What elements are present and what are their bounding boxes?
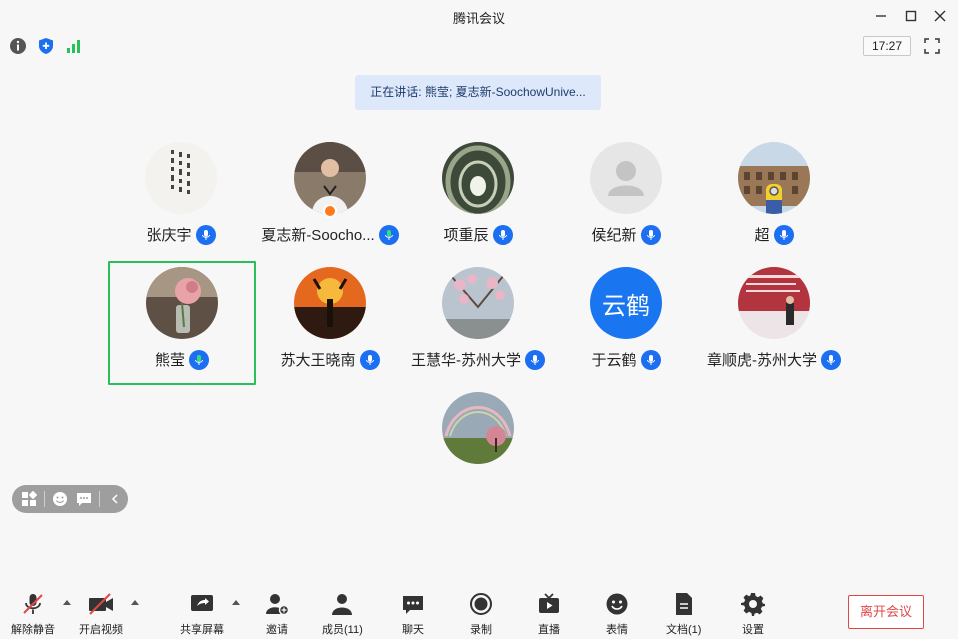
avatar-text: 云鹤 bbox=[590, 267, 662, 339]
participant-name: 夏志新-Soocho... bbox=[261, 227, 375, 244]
mic-icon bbox=[359, 349, 380, 370]
participant-tile[interactable]: 章顺虎-苏州大学 bbox=[700, 257, 848, 381]
speaking-banner: 正在讲话: 熊莹; 夏志新-SoochowUnive... bbox=[355, 75, 601, 110]
mic-icon bbox=[821, 349, 841, 370]
participant-name: 于云鹤 bbox=[591, 352, 637, 369]
documents-button[interactable]: 文档(1) bbox=[666, 591, 701, 637]
avatar bbox=[442, 392, 514, 464]
info-bar bbox=[0, 32, 958, 60]
record-icon bbox=[468, 591, 494, 617]
participant-name: 章顺虎-苏州大学 bbox=[707, 352, 817, 369]
share-screen-button[interactable]: 共享屏幕 bbox=[180, 591, 224, 637]
share-options-caret[interactable] bbox=[232, 600, 240, 605]
mic-icon bbox=[640, 349, 661, 370]
divider bbox=[44, 491, 45, 507]
avatar bbox=[146, 267, 218, 339]
fullscreen-icon[interactable] bbox=[922, 36, 942, 56]
view-toolbar bbox=[12, 485, 128, 513]
close-button[interactable] bbox=[930, 6, 950, 26]
chat-icon bbox=[400, 591, 426, 617]
maximize-button[interactable] bbox=[901, 6, 921, 26]
participant-name: 侯纪新 bbox=[591, 227, 637, 244]
participant-name: 张庆宇 bbox=[146, 227, 192, 244]
layout-grid-icon[interactable] bbox=[20, 490, 38, 508]
shield-icon[interactable] bbox=[37, 37, 55, 55]
mic-icon bbox=[640, 224, 661, 245]
start-video-button[interactable]: 开启视频 bbox=[79, 591, 123, 637]
microphone-muted-icon bbox=[20, 591, 46, 617]
record-button[interactable]: 录制 bbox=[468, 591, 494, 637]
avatar bbox=[145, 142, 217, 214]
user-icon bbox=[329, 591, 355, 617]
document-icon bbox=[671, 591, 697, 617]
live-tv-icon bbox=[536, 591, 562, 617]
participant-tile[interactable]: 王慧华-苏州大学 bbox=[404, 257, 552, 381]
avatar bbox=[294, 267, 366, 339]
smile-icon bbox=[604, 591, 630, 617]
collapse-chevron-icon[interactable] bbox=[106, 490, 124, 508]
reactions-button[interactable]: 表情 bbox=[604, 591, 630, 637]
add-user-icon bbox=[264, 591, 290, 617]
participant-name: 熊莹 bbox=[154, 352, 185, 369]
video-options-caret[interactable] bbox=[131, 600, 139, 605]
participant-tile[interactable]: 夏志新-Soocho... bbox=[256, 132, 404, 256]
mic-icon bbox=[492, 224, 513, 245]
avatar bbox=[442, 267, 514, 339]
participant-tile-selected[interactable]: 熊莹 bbox=[108, 261, 256, 385]
mic-active-icon bbox=[189, 349, 209, 370]
audio-options-caret[interactable] bbox=[63, 600, 71, 605]
live-button[interactable]: 直播 bbox=[536, 591, 562, 637]
mic-icon bbox=[773, 224, 794, 245]
participant-name: 王慧华-苏州大学 bbox=[411, 352, 521, 369]
title-bar: 腾讯会议 bbox=[0, 0, 958, 32]
leave-meeting-button[interactable]: 离开会议 bbox=[848, 595, 924, 629]
participant-name: 超 bbox=[754, 227, 770, 244]
gear-icon bbox=[740, 591, 766, 617]
avatar bbox=[442, 142, 514, 214]
avatar bbox=[738, 142, 810, 214]
window-title: 腾讯会议 bbox=[452, 11, 505, 26]
participant-tile[interactable]: 项重辰 bbox=[404, 132, 552, 256]
participant-tile[interactable]: 超 bbox=[700, 132, 848, 256]
invite-button[interactable]: 邀请 bbox=[264, 591, 290, 637]
meeting-toolbar: 解除静音 开启视频 共享屏幕 邀请 成员(11) 聊天 录制 直播 表情 文档(… bbox=[0, 585, 958, 639]
signal-icon[interactable] bbox=[65, 37, 83, 55]
participant-tile[interactable] bbox=[404, 382, 552, 472]
meeting-timer: 17:27 bbox=[863, 36, 911, 56]
participant-tile[interactable]: 张庆宇 bbox=[107, 132, 255, 256]
participant-name: 苏大王晓南 bbox=[280, 352, 356, 369]
host-badge bbox=[323, 204, 337, 218]
members-button[interactable]: 成员(11) bbox=[322, 591, 363, 637]
participant-name: 项重辰 bbox=[443, 227, 489, 244]
mic-icon bbox=[195, 224, 216, 245]
share-screen-icon bbox=[189, 591, 215, 617]
avatar bbox=[738, 267, 810, 339]
participant-tile[interactable]: 苏大王晓南 bbox=[256, 257, 404, 381]
participant-tile[interactable]: 侯纪新 bbox=[552, 132, 700, 256]
settings-button[interactable]: 设置 bbox=[740, 591, 766, 637]
emoji-icon[interactable] bbox=[51, 490, 69, 508]
participant-tile[interactable]: 云鹤 于云鹤 bbox=[552, 257, 700, 381]
mic-active-icon bbox=[378, 224, 399, 245]
chat-button[interactable]: 聊天 bbox=[400, 591, 426, 637]
divider bbox=[99, 491, 100, 507]
unmute-button[interactable]: 解除静音 bbox=[11, 591, 55, 637]
chat-bubble-icon[interactable] bbox=[75, 490, 93, 508]
info-icon[interactable] bbox=[9, 37, 27, 55]
minimize-button[interactable] bbox=[871, 6, 891, 26]
camera-off-icon bbox=[88, 591, 114, 617]
avatar bbox=[590, 142, 662, 214]
mic-icon bbox=[525, 349, 545, 370]
